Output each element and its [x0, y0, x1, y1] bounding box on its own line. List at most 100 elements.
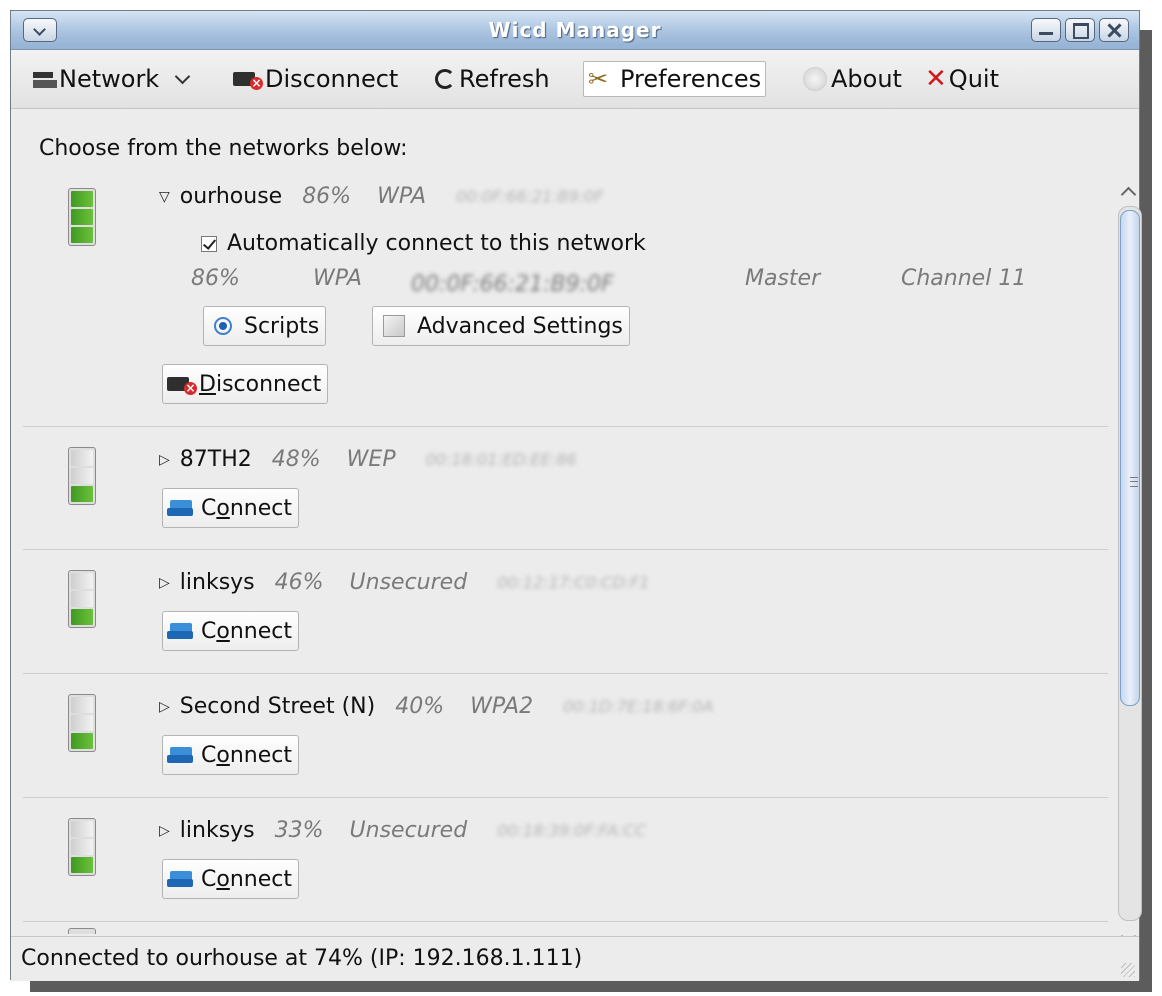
- separator: [23, 921, 1108, 922]
- connect-icon: [167, 745, 197, 765]
- signal-segment: [71, 733, 93, 749]
- network-entry-linksys-2: ▷ linksys 33% Unsecured 00:18:39:0F:FA:C…: [23, 798, 1108, 920]
- network-encryption: WPA2: [470, 694, 534, 719]
- advanced-settings-button[interactable]: Advanced Settings: [372, 306, 630, 346]
- network-bssid: 00:1D:7E:18:6F:0A: [563, 697, 714, 716]
- signal-strength-icon: [68, 570, 96, 628]
- connect-icon: [167, 498, 197, 518]
- advanced-settings-icon: [383, 315, 405, 337]
- action-accelerator: D: [199, 371, 216, 397]
- action-suffix: nnect: [229, 618, 292, 644]
- network-strength: 48%: [271, 447, 321, 472]
- disconnect-network-button[interactable]: Disconnect: [162, 364, 329, 404]
- action-suffix: isconnect: [215, 371, 322, 397]
- connect-button[interactable]: Co nnect: [162, 859, 299, 899]
- advanced-settings-label: Advanced Settings: [417, 313, 623, 339]
- action-prefix: C: [201, 495, 217, 521]
- network-list: ▽ ourhouse 86% WPA 00:0F:66:21:B9:0F Aut…: [23, 176, 1108, 934]
- chevron-down-icon: [174, 68, 191, 84]
- signal-segment: [71, 609, 93, 625]
- about-button[interactable]: About: [803, 61, 902, 97]
- collapsed-arrow-icon[interactable]: ▷: [159, 823, 170, 839]
- signal-segment: [71, 821, 93, 837]
- connect-button[interactable]: Co nnect: [162, 611, 299, 651]
- window-title: Wicd Manager: [488, 18, 662, 42]
- preferences-button[interactable]: ✂ Preferences: [583, 61, 767, 97]
- signal-segment: [71, 191, 93, 207]
- network-entry-87th2: ▷ 87TH2 48% WEP 00:18:01:ED:EE:86 Co nnec…: [23, 427, 1108, 549]
- quit-label: Quit: [948, 65, 999, 93]
- scripts-label: Scripts: [244, 313, 320, 339]
- auto-connect-label: Automatically connect to this network: [227, 231, 646, 256]
- connection-status: Connected to ourhouse at 74% (IP: 192.16…: [21, 946, 583, 971]
- quit-button[interactable]: ✕ Quit: [925, 61, 999, 97]
- minimize-button[interactable]: [1031, 18, 1061, 42]
- signal-segment: [71, 227, 93, 243]
- maximize-button[interactable]: [1065, 18, 1095, 42]
- network-header[interactable]: ▷ linksys 33% Unsecured 00:18:39:0F:FA:C…: [159, 818, 646, 843]
- action-accelerator: o: [216, 495, 230, 521]
- connect-button[interactable]: Co nnect: [162, 735, 299, 775]
- refresh-label: Refresh: [459, 65, 550, 93]
- network-encryption: Unsecured: [349, 818, 468, 843]
- network-bssid: 00:18:39:0F:FA:CC: [497, 821, 646, 840]
- detail-channel: Channel 11: [901, 266, 1027, 291]
- signal-strength-icon-partial: [68, 928, 96, 934]
- scroll-up-arrow-icon[interactable]: [1120, 186, 1137, 203]
- signal-segment: [71, 697, 93, 713]
- signal-segment: [71, 857, 93, 873]
- signal-segment: [71, 450, 93, 466]
- network-name: Second Street (N): [179, 694, 376, 719]
- toolbar: Network Disconnect Refresh ✂ Preferences…: [11, 50, 1139, 109]
- network-name: 87TH2: [179, 447, 252, 472]
- collapsed-arrow-icon[interactable]: ▷: [159, 699, 170, 715]
- network-encryption: Unsecured: [349, 570, 468, 595]
- signal-strength-icon: [68, 447, 96, 505]
- network-encryption: WPA: [377, 184, 427, 209]
- tools-icon: ✂: [588, 65, 609, 93]
- wicd-window: Wicd Manager Network Disconnect Refresh …: [10, 10, 1142, 981]
- signal-segment: [71, 209, 93, 225]
- vertical-scrollbar[interactable]: [1116, 181, 1142, 946]
- checkbox-checked-icon[interactable]: [201, 235, 217, 252]
- scripts-button[interactable]: Scripts: [203, 306, 327, 346]
- connect-icon: [167, 621, 197, 641]
- disconnect-label: Disconnect: [265, 65, 399, 93]
- disconnect-icon: [167, 373, 197, 395]
- network-menu-button[interactable]: Network: [31, 61, 191, 97]
- action-prefix: C: [201, 618, 217, 644]
- signal-strength-icon: [68, 694, 96, 752]
- signal-segment: [71, 839, 93, 855]
- collapsed-arrow-icon[interactable]: ▷: [159, 575, 170, 591]
- about-icon: [803, 67, 827, 91]
- disconnect-icon: [233, 68, 263, 90]
- action-accelerator: o: [216, 618, 230, 644]
- network-header[interactable]: ▷ 87TH2 48% WEP 00:18:01:ED:EE:86: [159, 447, 577, 472]
- expanded-arrow-icon[interactable]: ▽: [159, 189, 170, 205]
- signal-strength-icon: [68, 188, 96, 246]
- auto-connect-checkbox[interactable]: Automatically connect to this network: [201, 231, 646, 256]
- disconnect-button[interactable]: Disconnect: [233, 61, 398, 97]
- refresh-icon: [435, 69, 455, 89]
- network-header[interactable]: ▷ linksys 46% Unsecured 00:12:17:C0:CD:F…: [159, 570, 649, 595]
- connect-button[interactable]: Co nnect: [162, 488, 299, 528]
- network-name: ourhouse: [179, 184, 283, 209]
- connect-icon: [167, 869, 197, 889]
- detail-bssid: 00:0F:66:21:B9:0F: [411, 272, 614, 297]
- network-icon: [31, 70, 57, 88]
- scrollbar-grip-icon: [1130, 477, 1138, 487]
- network-header[interactable]: ▽ ourhouse 86% WPA 00:0F:66:21:B9:0F: [159, 184, 603, 209]
- refresh-button[interactable]: Refresh: [435, 61, 550, 97]
- action-suffix: nnect: [229, 495, 292, 521]
- network-strength: 86%: [302, 184, 352, 209]
- action-suffix: nnect: [229, 742, 292, 768]
- network-strength: 40%: [395, 694, 445, 719]
- close-button[interactable]: [1099, 18, 1129, 42]
- network-header[interactable]: ▷ Second Street (N) 40% WPA2 00:1D:7E:18…: [159, 694, 714, 719]
- scrollbar-thumb[interactable]: [1120, 210, 1140, 706]
- action-prefix: C: [201, 742, 217, 768]
- networks-heading: Choose from the networks below:: [39, 136, 408, 161]
- resize-grip-icon[interactable]: [1121, 963, 1135, 977]
- collapsed-arrow-icon[interactable]: ▷: [159, 452, 170, 468]
- title-bar[interactable]: Wicd Manager: [11, 11, 1139, 50]
